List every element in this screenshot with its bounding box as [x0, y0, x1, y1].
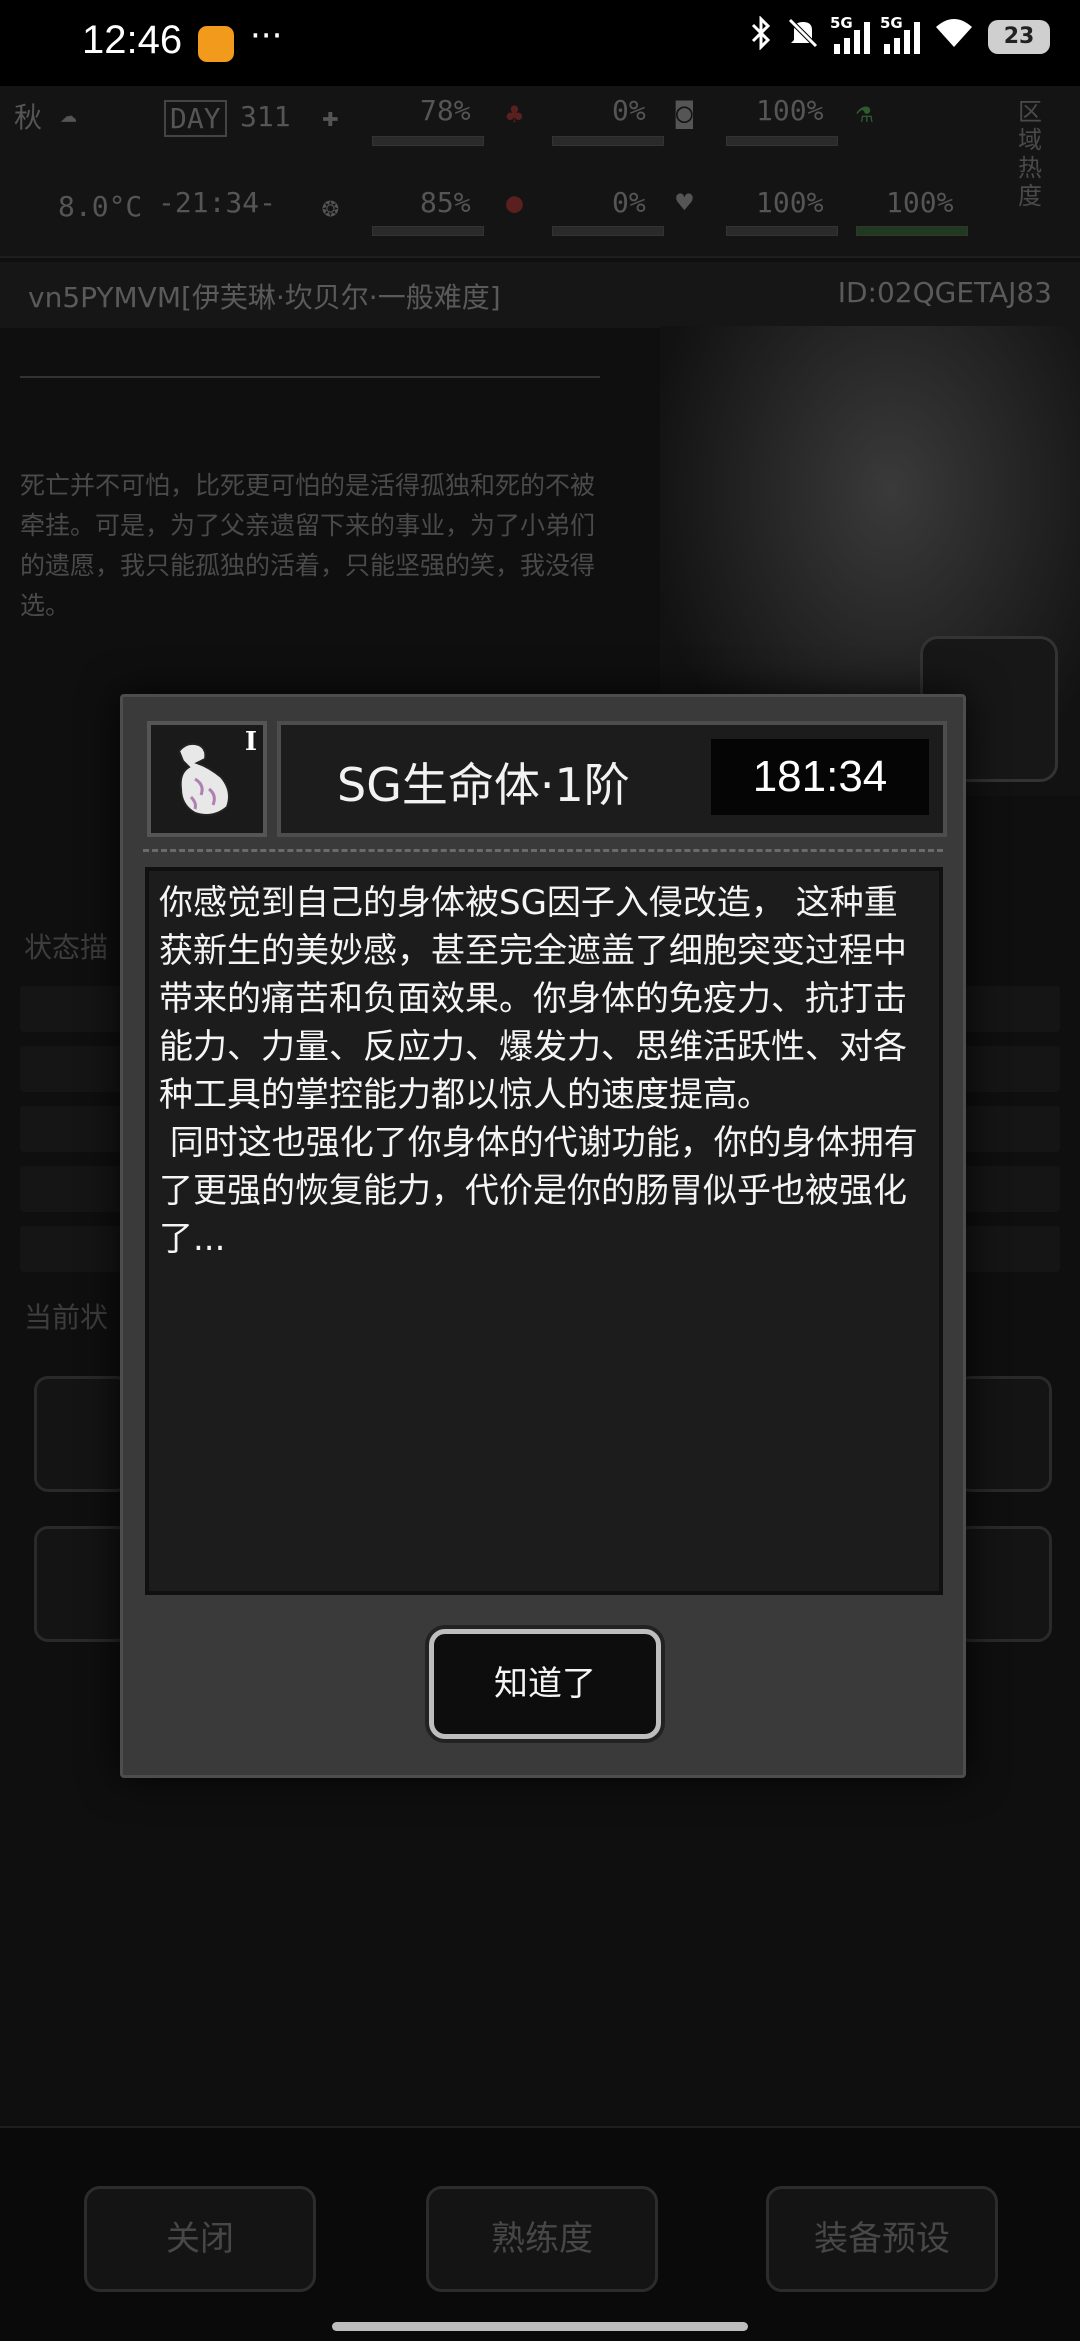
trait-timer: 181:34	[711, 739, 929, 815]
trait-title: SG生命体·1阶	[337, 758, 630, 812]
hud-panel: 秋 ☁ 8.0°C DAY 311 -21:34- ✚ ❂ 78% 85% ♣ …	[0, 86, 1080, 258]
trait-title-bar: SG生命体·1阶 181:34	[277, 721, 947, 837]
alarm-tile[interactable]	[34, 1526, 130, 1642]
bottom-toolbar: 关闭 熟练度 装备预设	[0, 2126, 1080, 2341]
trait-description-panel: 你感觉到自己的身体被SG因子入侵改造， 这种重获新生的美妙感，甚至完全遮盖了细胞…	[145, 867, 943, 1595]
temperature: 8.0°C	[58, 190, 143, 223]
health-stat: 78%	[420, 94, 471, 127]
day-label: DAY	[164, 100, 227, 137]
character-name: vn5PYMVM[伊芙琳·坎贝尔·一般难度]	[28, 281, 501, 314]
status-bar: 12:46 ··· 5G 5G 23	[0, 0, 1080, 86]
status-icons: 5G 5G 23	[750, 14, 1050, 57]
mute-icon	[786, 16, 820, 57]
battery-icon: 23	[988, 19, 1050, 54]
proficiency-button[interactable]: 熟练度	[426, 2186, 658, 2292]
signal-label: 5G	[880, 13, 903, 32]
status-time: 12:46	[82, 18, 183, 62]
weather-icon: ☁	[60, 96, 77, 129]
wound-stat: 0%	[612, 94, 646, 127]
wing-tile[interactable]	[956, 1526, 1052, 1642]
character-story: 死亡并不可怕，比死更可怕的是活得孤独和死的不被牵挂。可是，为了父亲遗留下来的事业…	[20, 471, 596, 620]
equip-preset-button[interactable]: 装备预设	[766, 2186, 998, 2292]
status-section-title: 状态描	[24, 931, 109, 964]
stomach-icon: ◙	[676, 96, 693, 129]
trait-icon-frame: I	[147, 721, 267, 837]
figure-tile[interactable]	[956, 1376, 1052, 1492]
heart-tile[interactable]	[34, 1376, 130, 1492]
signal-label: 5G	[830, 13, 853, 32]
trait-dialog: I SG生命体·1阶 181:34 你感觉到自己的身体被SG因子入侵改造， 这种…	[120, 694, 966, 1778]
stamina-stat: 100%	[886, 186, 954, 219]
character-id: ID:02QGETAJ83	[837, 276, 1052, 309]
season-label: 秋	[14, 101, 43, 134]
home-indicator[interactable]	[332, 2322, 748, 2331]
clock: -21:34-	[158, 186, 277, 219]
wound-icon: ♣	[506, 98, 523, 131]
confirm-button[interactable]: 知道了	[429, 1629, 661, 1739]
signal-icon: 5G	[830, 14, 870, 54]
medkit-icon: ✚	[322, 100, 339, 133]
bluetooth-icon	[750, 15, 772, 57]
mood-stat: 100%	[756, 186, 824, 219]
ornament-divider	[20, 376, 600, 378]
day-value: 311	[240, 100, 291, 133]
bleed-stat: 0%	[612, 186, 646, 219]
current-state-title: 当前状	[24, 1301, 109, 1334]
flask-icon: ⚗	[856, 96, 873, 129]
level-badge: I	[244, 727, 257, 757]
app-notification-icon	[198, 26, 234, 62]
sanity-stat: 85%	[420, 186, 471, 219]
more-notifications-icon: ···	[250, 16, 283, 56]
brain-icon: ❂	[322, 190, 339, 223]
signal-icon: 5G	[880, 14, 920, 54]
trait-description: 你感觉到自己的身体被SG因子入侵改造， 这种重获新生的美妙感，甚至完全遮盖了细胞…	[159, 883, 918, 1259]
close-button[interactable]: 关闭	[84, 2186, 316, 2292]
hunger-stat: 100%	[756, 94, 824, 127]
region-heat-label: 区域热度	[1018, 98, 1042, 210]
heart-icon: ♥	[676, 186, 693, 219]
wifi-icon	[934, 17, 974, 56]
character-name-bar: vn5PYMVM[伊芙琳·坎贝尔·一般难度] ID:02QGETAJ83	[0, 262, 1080, 328]
blood-icon: ●	[506, 186, 523, 219]
dashed-divider	[143, 849, 943, 852]
